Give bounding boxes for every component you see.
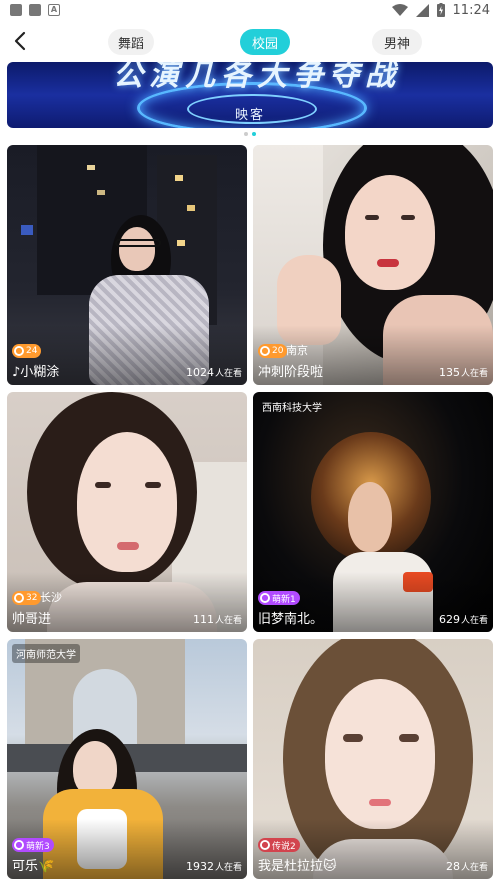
newbie-badge: ● 萌新3 [12,838,54,852]
signal-icon [415,3,429,17]
legend-icon: ● [260,840,270,850]
streamer-name: 旧梦南北。 [258,612,324,627]
streamer-name: ♪小糊涂 [12,365,60,380]
live-card[interactable]: ● 24 ♪小糊涂 1024人在看 [7,145,247,385]
live-card[interactable]: ● 20 南京 冲刺阶段啦 135人在看 [253,145,493,385]
banner-subtitle: 映客 [234,108,265,123]
carousel-dot-active [252,132,256,136]
notification-icon [10,4,22,16]
school-tag: 西南科技大学 [262,403,322,414]
viewer-count: 28人在看 [445,860,488,873]
battery-icon [436,3,445,17]
live-card[interactable]: 西南科技大学 ● 萌新1 旧梦南北。 629人在看 [253,392,493,632]
level-icon: ● [14,346,24,356]
viewer-count: 629人在看 [438,613,488,626]
level-badge: ● 20 [258,344,288,358]
tab-campus[interactable]: 校园 [240,29,290,55]
level-badge: ● 32 [12,591,42,605]
android-icon [29,4,41,16]
notification-icons: A [10,4,60,16]
streamer-name: 帅哥进 [12,612,52,627]
streamer-name: 我是杜拉拉🐱 [258,859,337,874]
clock: 11:24 [452,2,490,18]
promo-banner[interactable]: 公演几各大争夺战 映客 [7,62,493,128]
status-bar: A 11:24 [0,0,500,20]
banner-headline: 公演几各大争夺战 [113,62,401,93]
streamer-name: 冲刺阶段啦 [258,365,324,380]
back-arrow-icon[interactable] [10,29,32,53]
streamer-name: 可乐🌾 [12,859,55,874]
viewer-count: 1024人在看 [185,366,242,379]
legend-badge: ● 传说2 [258,838,300,852]
city-label: 长沙 [40,591,62,604]
newbie-badge: ● 萌新1 [258,591,300,605]
city-label: 南京 [286,344,308,357]
newbie-icon: ● [14,840,24,850]
viewer-count: 135人在看 [438,366,488,379]
carousel-dot [244,132,248,136]
level-badge: ● 24 [12,344,42,358]
live-card[interactable]: 河南师范大学 ● 萌新3 可乐🌾 1932人在看 [7,639,247,879]
app-notification-icon: A [48,4,60,16]
live-card[interactable]: ● 传说2 我是杜拉拉🐱 28人在看 [253,639,493,879]
viewer-count: 111人在看 [192,613,242,626]
level-icon: ● [14,593,24,603]
newbie-icon: ● [260,593,270,603]
wifi-icon [391,3,408,16]
carousel-indicator [0,132,500,136]
viewer-count: 1932人在看 [185,860,242,873]
school-tag: 河南师范大学 [12,644,80,663]
tab-male-god[interactable]: 男神 [372,29,422,55]
top-nav: 舞蹈 校园 男神 [0,22,500,60]
tab-dance[interactable]: 舞蹈 [108,29,154,55]
live-card[interactable]: ● 32 长沙 帅哥进 111人在看 [7,392,247,632]
level-icon: ● [260,346,270,356]
